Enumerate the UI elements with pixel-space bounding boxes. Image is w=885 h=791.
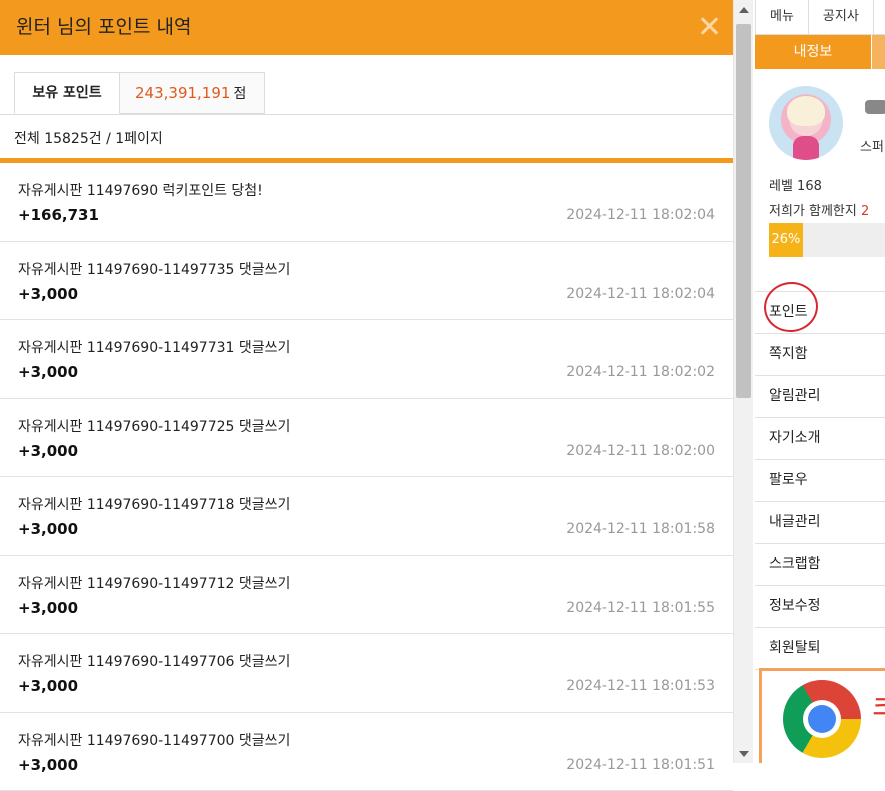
nav-menu[interactable]: 메뉴: [756, 0, 809, 34]
list-item: 자유게시판 11497690-11497712 댓글쓰기 +3,000 2024…: [0, 556, 733, 635]
menu-item-my-posts[interactable]: 내글관리: [755, 502, 885, 544]
menu-item-withdraw[interactable]: 회원탈퇴: [755, 628, 885, 670]
menu-item-edit-info[interactable]: 정보수정: [755, 586, 885, 628]
chrome-logo-icon: [783, 680, 861, 758]
level-progress-fill: 26%: [769, 223, 803, 257]
popup-header: 윈터 님의 포인트 내역: [0, 0, 733, 55]
list-item: 자유게시판 11497690-11497731 댓글쓰기 +3,000 2024…: [0, 320, 733, 399]
scroll-down-arrow-icon[interactable]: [739, 751, 749, 757]
close-icon[interactable]: [698, 15, 720, 37]
entry-description: 자유게시판 11497690-11497700 댓글쓰기: [18, 730, 290, 750]
level-progress-bar: 26%: [769, 223, 885, 257]
list-item: 자유게시판 11497690-11497725 댓글쓰기 +3,000 2024…: [0, 399, 733, 478]
menu-item-messages[interactable]: 쪽지함: [755, 334, 885, 376]
list-item: 자유게시판 11497690-11497718 댓글쓰기 +3,000 2024…: [0, 477, 733, 556]
menu-item-notifications[interactable]: 알림관리: [755, 376, 885, 418]
entry-date: 2024-12-11 18:01:55: [566, 600, 715, 616]
entry-date: 2024-12-11 18:01:58: [566, 521, 715, 537]
history-summary: 전체 15825건 / 1페이지: [14, 128, 163, 148]
background-page: 메뉴 공지사 내정보 스퍼 레벨 168 저희가 함께한지 2 26% 포인트 …: [733, 0, 885, 763]
entry-description: 자유게시판 11497690-11497706 댓글쓰기: [18, 651, 290, 671]
menu-item-follow[interactable]: 팔로우: [755, 460, 885, 502]
held-points-value: 243,391,191점: [120, 72, 265, 114]
entry-amount: +3,000: [18, 363, 78, 381]
list-item: 자유게시판 11497690-11497735 댓글쓰기 +3,000 2024…: [0, 242, 733, 321]
menu-item-introduction[interactable]: 자기소개: [755, 418, 885, 460]
entry-date: 2024-12-11 18:02:04: [566, 207, 715, 223]
entry-description: 자유게시판 11497690-11497712 댓글쓰기: [18, 573, 290, 593]
user-level: 레벨 168: [769, 175, 822, 194]
tab-next[interactable]: [872, 35, 885, 69]
nickname: 스퍼: [860, 136, 884, 155]
avatar[interactable]: [769, 86, 843, 160]
points-tabs: 보유 포인트 243,391,191점: [14, 72, 265, 114]
menu-item-scraps[interactable]: 스크랩함: [755, 544, 885, 586]
points-total: 243,391,191: [135, 84, 230, 102]
point-history-popup: 윈터 님의 포인트 내역 보유 포인트 243,391,191점 전체 1582…: [0, 0, 733, 763]
scrollbar-thumb[interactable]: [736, 24, 751, 398]
entry-amount: +3,000: [18, 285, 78, 303]
entry-amount: +3,000: [18, 520, 78, 538]
list-item: 자유게시판 11497690 럭키포인트 당첨! +166,731 2024-1…: [0, 163, 733, 242]
entry-description: 자유게시판 11497690-11497725 댓글쓰기: [18, 416, 290, 436]
entry-description: 자유게시판 11497690 럭키포인트 당첨!: [18, 180, 263, 200]
entry-date: 2024-12-11 18:02:02: [566, 364, 715, 380]
entry-description: 자유게시판 11497690-11497735 댓글쓰기: [18, 259, 290, 279]
tab-held-points[interactable]: 보유 포인트: [14, 72, 120, 114]
level-badge-icon: [865, 100, 885, 114]
list-item: 자유게시판 11497690-11497700 댓글쓰기 +3,000 2024…: [0, 713, 733, 791]
top-navigation: 메뉴 공지사: [755, 0, 885, 35]
entry-date: 2024-12-11 18:01:53: [566, 678, 715, 694]
together-count: 2: [861, 204, 869, 219]
list-item: 자유게시판 11497690-11497706 댓글쓰기 +3,000 2024…: [0, 634, 733, 713]
entry-description: 자유게시판 11497690-11497718 댓글쓰기: [18, 494, 290, 514]
ad-text: 크: [873, 690, 885, 722]
entry-amount: +3,000: [18, 756, 78, 774]
popup-title: 윈터 님의 포인트 내역: [16, 0, 191, 55]
scroll-up-arrow-icon[interactable]: [739, 7, 749, 13]
entry-date: 2024-12-11 18:02:00: [566, 443, 715, 459]
together-prefix: 저희가 함께한지: [769, 204, 861, 219]
entry-description: 자유게시판 11497690-11497731 댓글쓰기: [18, 337, 290, 357]
entry-date: 2024-12-11 18:01:51: [566, 757, 715, 773]
popup-scrollbar[interactable]: [733, 0, 753, 763]
nav-notice[interactable]: 공지사: [809, 0, 874, 34]
entry-amount: +3,000: [18, 599, 78, 617]
entry-amount: +166,731: [18, 206, 99, 224]
entry-amount: +3,000: [18, 442, 78, 460]
point-history-list: 자유게시판 11497690 럭키포인트 당첨! +166,731 2024-1…: [0, 163, 733, 791]
together-days: 저희가 함께한지 2: [769, 200, 869, 219]
entry-date: 2024-12-11 18:02:04: [566, 286, 715, 302]
points-unit: 점: [233, 86, 246, 102]
tab-my-info[interactable]: 내정보: [755, 35, 871, 69]
entry-amount: +3,000: [18, 677, 78, 695]
side-menu: 포인트 쪽지함 알림관리 자기소개 팔로우 내글관리 스크랩함 정보수정 회원탈…: [755, 291, 885, 670]
tab-divider: [0, 114, 733, 115]
